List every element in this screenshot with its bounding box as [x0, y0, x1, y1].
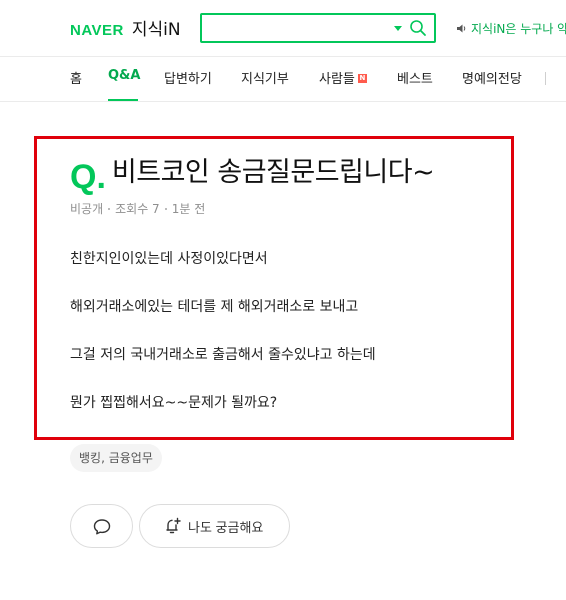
nav-hall-of-fame[interactable]: 명예의전당 [462, 68, 522, 87]
category-tag[interactable]: 뱅킹, 금융업무 [70, 444, 162, 472]
nav-divider [545, 72, 546, 85]
new-badge: N [357, 74, 367, 83]
search-dropdown-icon[interactable] [394, 26, 402, 31]
logo[interactable]: NAVER 지식iN [70, 15, 181, 40]
question-views: 조회수 7 [115, 202, 160, 216]
question-mark-icon: Q. [70, 158, 106, 196]
question-meta: 비공개 조회수 7 1분 전 [70, 200, 205, 217]
bell-plus-icon [166, 517, 181, 534]
me-too-curious-button[interactable]: 나도 궁금해요 [139, 504, 290, 548]
question-body-line: 친한지인이있는데 사정이있다면서 [70, 251, 268, 267]
question-visibility: 비공개 [70, 202, 104, 216]
question-body-line: 그걸 저의 국내거래소로 출금해서 줄수있냐고 하는데 [70, 347, 376, 363]
nav-people[interactable]: 사람들 N [319, 68, 367, 87]
nav-active-indicator [108, 99, 138, 101]
question-body: 친한지인이있는데 사정이있다면서 해외거래소에있는 테더를 제 해외거래소로 보… [70, 250, 500, 442]
speaker-icon [457, 24, 466, 33]
comment-button[interactable] [70, 504, 133, 548]
search-icon[interactable] [409, 19, 427, 37]
nav-best[interactable]: 베스트 [397, 68, 433, 87]
meta-separator [108, 207, 111, 210]
nav-home[interactable]: 홈 [70, 68, 82, 87]
question-title-text: 비트코인 송금질문드립니다~ [111, 157, 435, 188]
question-title: Q. 비트코인 송금질문드립니다~ [70, 155, 435, 195]
me-too-curious-label: 나도 궁금해요 [188, 519, 264, 535]
search-box [200, 13, 436, 43]
notice-text[interactable]: 지식iN은 누구나 약 [471, 20, 566, 37]
header: NAVER 지식iN 지식iN은 누구나 약 [0, 0, 566, 56]
meta-separator [164, 207, 167, 210]
question-body-line: 뭔가 찝찝해서요~~문제가 될까요? [70, 395, 278, 411]
notice-banner[interactable]: 지식iN은 누구나 약 [456, 20, 566, 37]
search-input[interactable] [208, 17, 388, 39]
logo-kin[interactable]: 지식iN [132, 15, 181, 40]
nav-donate[interactable]: 지식기부 [241, 68, 289, 87]
question-time: 1분 전 [171, 202, 206, 216]
logo-naver[interactable]: NAVER [70, 22, 124, 39]
nav-people-label: 사람들 [319, 72, 355, 87]
question-body-line: 해외거래소에있는 테더를 제 해외거래소로 보내고 [70, 299, 359, 315]
comment-icon [93, 519, 111, 535]
main-nav: 홈 Q&A 답변하기 지식기부 사람들 N 베스트 명예의전당 [0, 56, 566, 102]
nav-answer[interactable]: 답변하기 [164, 68, 212, 87]
nav-qna[interactable]: Q&A [108, 68, 140, 83]
